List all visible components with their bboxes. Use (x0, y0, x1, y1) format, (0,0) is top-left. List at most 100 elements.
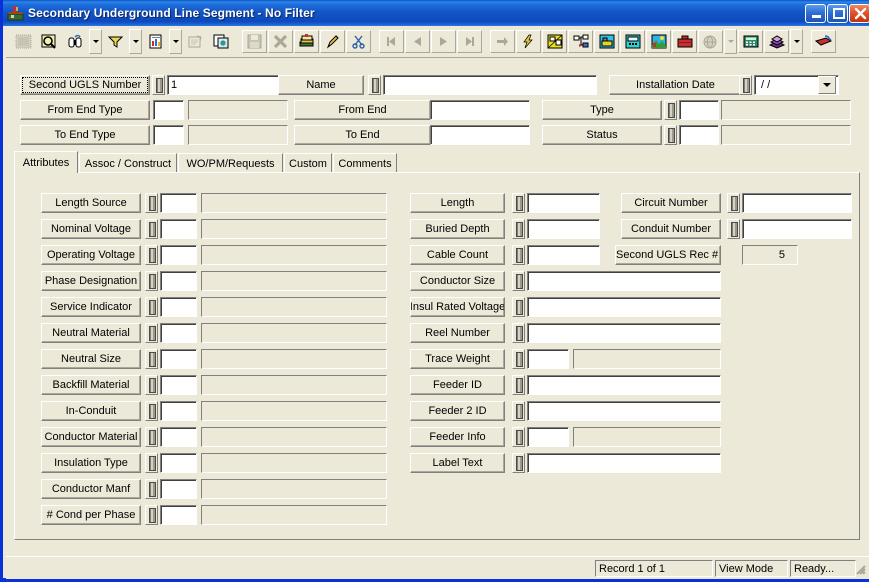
phone-icon[interactable] (620, 30, 645, 53)
goto-arrow-icon[interactable] (490, 30, 515, 53)
calculator-icon[interactable] (738, 30, 763, 53)
neutral-material-label[interactable]: Neutral Material (41, 323, 141, 343)
label-text-input[interactable] (527, 453, 721, 473)
insul-rated-voltage-picker[interactable] (512, 297, 525, 317)
globe-icon[interactable] (698, 30, 723, 53)
length-label[interactable]: Length (410, 193, 505, 213)
backfill-material-picker[interactable] (145, 375, 158, 395)
conduit-number-input[interactable] (742, 219, 852, 239)
maximize-button[interactable] (827, 4, 848, 23)
conductor-material-label[interactable]: Conductor Material (41, 427, 141, 447)
conductor-size-picker[interactable] (512, 271, 525, 291)
status-label[interactable]: Status (542, 125, 662, 145)
conductor-manf-label[interactable]: Conductor Manf (41, 479, 141, 499)
books-dropdown-arrow[interactable] (790, 29, 803, 54)
globe-dropdown-arrow[interactable] (724, 29, 737, 54)
service-indicator-label[interactable]: Service Indicator (41, 297, 141, 317)
previous-record-icon[interactable] (405, 30, 430, 53)
feeder-2-id-picker[interactable] (512, 401, 525, 421)
tab-custom[interactable]: Custom (284, 153, 332, 173)
from-end-type-label[interactable]: From End Type (20, 100, 150, 120)
resize-grip[interactable] (853, 562, 867, 576)
second-ugls-rec-number-label[interactable]: Second UGLS Rec # (615, 245, 721, 265)
in-conduit-picker[interactable] (145, 401, 158, 421)
tab-attributes[interactable]: Attributes (14, 151, 78, 173)
neutral-material-code[interactable] (160, 323, 197, 343)
save-icon[interactable] (242, 30, 267, 53)
conductor-size-label[interactable]: Conductor Size (410, 271, 505, 291)
cut-scissors-icon[interactable] (346, 30, 371, 53)
feeder-2-id-label[interactable]: Feeder 2 ID (410, 401, 505, 421)
cond-per-phase-code[interactable] (160, 505, 197, 525)
type-picker[interactable] (664, 100, 677, 120)
conductor-manf-picker[interactable] (145, 479, 158, 499)
cond-per-phase-picker[interactable] (145, 505, 158, 525)
to-end-type-label[interactable]: To End Type (20, 125, 150, 145)
search-dropdown-arrow[interactable] (89, 29, 102, 54)
circuit-number-picker[interactable] (727, 193, 740, 213)
tab-wo-pm-requests[interactable]: WO/PM/Requests (178, 153, 283, 173)
backfill-material-code[interactable] (160, 375, 197, 395)
length-picker[interactable] (512, 193, 525, 213)
conductor-material-picker[interactable] (145, 427, 158, 447)
feeder-id-input[interactable] (527, 375, 721, 395)
conduit-number-label[interactable]: Conduit Number (621, 219, 721, 239)
insul-rated-voltage-input[interactable] (527, 297, 721, 317)
close-button[interactable] (849, 4, 869, 23)
trace-weight-label[interactable]: Trace Weight (410, 349, 505, 369)
conductor-material-code[interactable] (160, 427, 197, 447)
copy-record-icon[interactable] (209, 30, 234, 53)
feeder-2-id-input[interactable] (527, 401, 721, 421)
to-end-type-code[interactable] (153, 125, 184, 145)
status-code[interactable] (679, 125, 719, 145)
filter-funnel-icon[interactable] (103, 30, 128, 53)
phase-designation-code[interactable] (160, 271, 197, 291)
cable-count-picker[interactable] (512, 245, 525, 265)
length-source-picker[interactable] (145, 193, 158, 213)
lightning-icon[interactable] (516, 30, 541, 53)
neutral-size-picker[interactable] (145, 349, 158, 369)
cond-per-phase-label[interactable]: # Cond per Phase (41, 505, 141, 525)
installation-date-label[interactable]: Installation Date (609, 75, 742, 95)
feeder-info-label[interactable]: Feeder Info (410, 427, 505, 447)
properties-icon[interactable] (183, 30, 208, 53)
neutral-size-code[interactable] (160, 349, 197, 369)
length-source-code[interactable] (160, 193, 197, 213)
schematic-tree-icon[interactable] (568, 30, 593, 53)
tab-assoc-construct[interactable]: Assoc / Construct (79, 153, 177, 173)
workstation-icon[interactable] (594, 30, 619, 53)
insulation-type-label[interactable]: Insulation Type (41, 453, 141, 473)
second-ugls-number-input[interactable]: 1 (167, 75, 284, 95)
conductor-size-input[interactable] (527, 271, 721, 291)
from-end-input[interactable] (430, 100, 530, 120)
report-icon[interactable] (143, 30, 168, 53)
conductor-manf-code[interactable] (160, 479, 197, 499)
status-picker[interactable] (664, 125, 677, 145)
books-icon[interactable] (764, 30, 789, 53)
name-picker[interactable] (368, 75, 381, 95)
to-end-label[interactable]: To End (294, 125, 431, 145)
length-source-label[interactable]: Length Source (41, 193, 141, 213)
tab-comments[interactable]: Comments (333, 153, 397, 173)
phase-designation-label[interactable]: Phase Designation (41, 271, 141, 291)
feeder-info-picker[interactable] (512, 427, 525, 447)
in-conduit-code[interactable] (160, 401, 197, 421)
type-code[interactable] (679, 100, 719, 120)
reel-number-label[interactable]: Reel Number (410, 323, 505, 343)
picture-icon[interactable] (646, 30, 671, 53)
conduit-number-picker[interactable] (727, 219, 740, 239)
label-text-picker[interactable] (512, 453, 525, 473)
trace-weight-picker[interactable] (512, 349, 525, 369)
buried-depth-label[interactable]: Buried Depth (410, 219, 505, 239)
feeder-info-input[interactable] (527, 427, 569, 447)
from-end-type-code[interactable] (153, 100, 184, 120)
filter-dropdown-arrow[interactable] (129, 29, 142, 54)
reel-number-picker[interactable] (512, 323, 525, 343)
operating-voltage-label[interactable]: Operating Voltage (41, 245, 141, 265)
length-input[interactable] (527, 193, 600, 213)
in-conduit-label[interactable]: In-Conduit (41, 401, 141, 421)
feeder-id-picker[interactable] (512, 375, 525, 395)
cable-count-label[interactable]: Cable Count (410, 245, 505, 265)
chevron-down-icon[interactable] (818, 76, 836, 94)
nominal-voltage-picker[interactable] (145, 219, 158, 239)
